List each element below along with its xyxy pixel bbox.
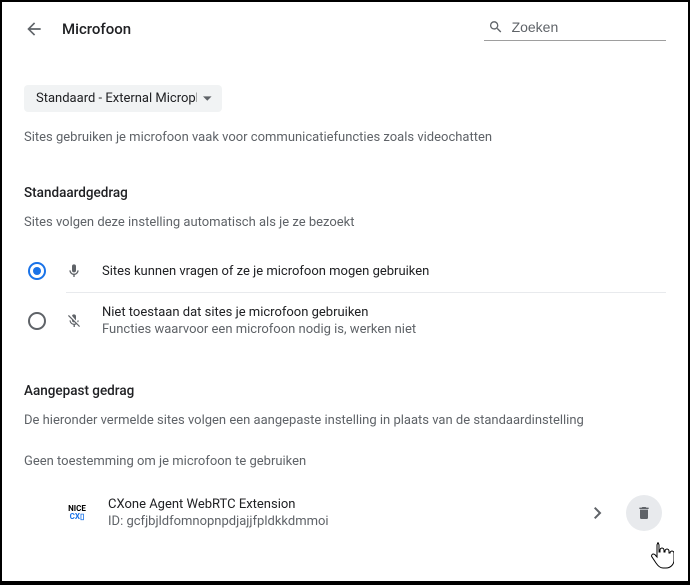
radio-button[interactable] — [28, 262, 46, 280]
delete-site-button[interactable] — [626, 495, 662, 531]
custom-behavior-heading: Aangepast gedrag — [24, 383, 666, 399]
radio-option-block[interactable]: Niet toestaan dat sites je microfoon geb… — [24, 293, 666, 349]
intro-text: Sites gebruiken je microfoon vaak voor c… — [24, 130, 666, 145]
radio-sublabel: Functies waarvoor een microfoon nodig is… — [102, 322, 666, 337]
trash-icon — [636, 505, 652, 521]
extension-icon: NICE CX▯ — [64, 502, 90, 524]
site-name: CXone Agent WebRTC Extension — [108, 497, 570, 512]
blocked-site-row[interactable]: NICE CX▯ CXone Agent WebRTC Extension ID… — [24, 491, 666, 535]
microphone-off-icon — [64, 313, 84, 329]
search-field[interactable] — [484, 16, 666, 41]
site-details-button[interactable] — [588, 501, 608, 525]
default-behavior-heading: Standaardgedrag — [24, 185, 666, 201]
search-icon — [488, 18, 504, 36]
site-id: ID: gcfjbjldfomnopnpdjajjfpldkkdmmoi — [108, 514, 570, 529]
chevron-right-icon — [594, 507, 602, 519]
default-behavior-subtext: Sites volgen deze instelling automatisch… — [24, 215, 666, 230]
radio-label: Niet toestaan dat sites je microfoon geb… — [102, 305, 666, 320]
device-dropdown[interactable]: Standaard - External Microphone — [24, 85, 222, 112]
radio-label: Sites kunnen vragen of ze je microfoon m… — [102, 264, 666, 279]
back-button[interactable] — [24, 19, 44, 39]
arrow-left-icon — [24, 19, 44, 39]
custom-behavior-subtext: De hieronder vermelde sites volgen een a… — [24, 413, 666, 428]
caret-down-icon — [203, 94, 212, 104]
blocked-section-label: Geen toestemming om je microfoon te gebr… — [24, 454, 666, 469]
radio-button[interactable] — [28, 312, 46, 330]
radio-option-ask[interactable]: Sites kunnen vragen of ze je microfoon m… — [24, 250, 666, 292]
microphone-icon — [64, 263, 84, 279]
device-dropdown-label: Standaard - External Microphone — [36, 91, 197, 106]
search-input[interactable] — [512, 19, 662, 35]
page-title: Microfoon — [62, 20, 131, 38]
